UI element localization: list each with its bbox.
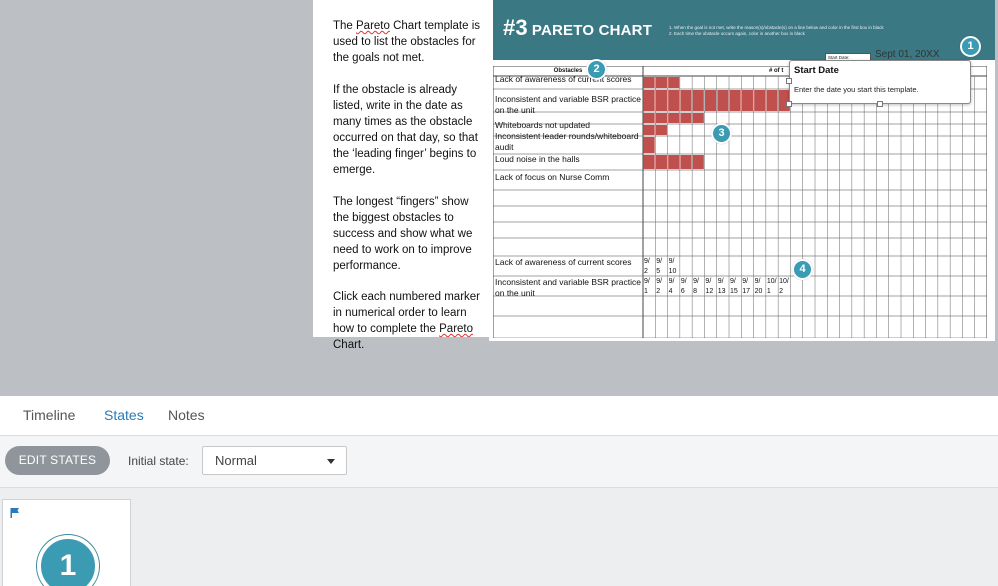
tally-box [680,90,692,111]
date-entry: 9/2 [656,278,663,295]
tally-box [668,90,680,111]
panel-tabs: Timeline States Notes [0,396,998,436]
slide-stage: The Pareto Chart template is used to lis… [0,0,998,396]
flag-icon [10,508,19,518]
marker-1-button[interactable]: 1 [960,36,981,57]
date-entry: 9/5 [656,258,663,275]
tally-box [692,155,704,169]
date-entry: 9/20 [754,278,763,295]
date-entry: 9/13 [717,278,726,295]
date-entry: 9/1 [644,278,650,295]
tally-box [655,77,667,88]
state-marker-icon: 1 [37,535,99,586]
obstacle-label: Loud noise in the halls [495,154,580,164]
tally-box [668,77,680,88]
tally-box [643,90,655,111]
tally-box [655,90,667,111]
obstacle-label: Inconsistent and variable BSR practice o… [495,94,641,115]
tally-box [692,90,704,111]
date-entry: 9/8 [693,278,699,295]
tab-states[interactable]: States [104,407,144,423]
resize-handle[interactable] [786,101,792,107]
chevron-down-icon [327,459,335,464]
pareto-chart-image: #3 PARETO CHART 1. When the goal is not m… [489,0,995,341]
state-thumbnail[interactable]: 1 [2,499,131,586]
tally-box [766,90,778,111]
paragraph-fingers: The longest “fingers” show the biggest o… [333,196,473,272]
tally-box [754,90,766,111]
start-date-callout[interactable]: Start Date Enter the date you start this… [789,60,971,104]
initial-state-value: Normal [215,453,257,468]
tally-box [643,113,655,123]
tally-box [655,113,667,123]
paragraph-listed: If the obstacle is already listed, write… [333,84,478,176]
states-panel: 1 [0,488,998,586]
edit-states-button[interactable]: EDIT STATES [5,446,110,475]
date-entry: 9/12 [705,278,714,295]
date-entry: 9/15 [730,278,738,295]
date-entry: 10/1 [766,278,777,295]
date-entry: 9/6 [680,278,687,295]
tally-box [680,155,692,169]
resize-handle[interactable] [877,101,883,107]
instruction-text-panel: The Pareto Chart template is used to lis… [313,0,489,351]
obstacle-label: Lack of awareness of current scores [495,74,632,84]
tally-box [729,90,741,111]
callout-body: Enter the date you start this template. [794,85,919,94]
states-toolbar: EDIT STATES Initial state: Normal [0,436,998,488]
date-entry: 9/10 [668,258,677,275]
tally-box [643,125,655,135]
date-entry: 9/17 [742,278,751,295]
tally-box [680,113,692,123]
paragraph-click: Click each numbered marker in numerical … [333,291,481,351]
paragraph-intro: The Pareto Chart template is used to lis… [333,20,481,64]
tally-box [668,113,680,123]
tab-notes[interactable]: Notes [168,407,205,423]
count-header: # of t [769,68,784,74]
tally-box [692,113,704,123]
tally-box [741,90,753,111]
marker-4-button[interactable]: 4 [792,259,813,280]
start-date-value: Sept 01, 20XX [875,49,940,60]
chart-title: #3 PARETO CHART [503,15,653,40]
example-label: Inconsistent and variable BSR practice o… [495,277,641,298]
initial-state-select[interactable]: Normal [202,446,347,475]
obstacle-label: Whiteboards not updated [495,120,590,130]
marker-2-button[interactable]: 2 [586,59,607,80]
tally-box [705,90,717,111]
tally-box [643,77,655,88]
tally-box [655,125,667,135]
example-label: Lack of awareness of current scores [495,257,632,267]
initial-state-label: Initial state: [128,454,189,468]
date-entry: 9/2 [644,258,650,275]
spellcheck-word: Pareto [356,20,390,32]
marker-3-button[interactable]: 3 [711,123,732,144]
chart-instructions: 1. When the goal is not met, write the r… [669,25,884,36]
obstacle-label: Inconsistent leader rounds/whiteboard au… [495,131,639,152]
pareto-grid: Obstacles # of t Lack of awareness of cu… [493,66,987,338]
tally-box [668,155,680,169]
date-entry: 10/2 [779,278,789,295]
tab-timeline[interactable]: Timeline [23,407,75,423]
callout-title: Start Date [794,65,839,76]
tally-box [717,90,729,111]
date-entry: 9/4 [668,278,675,295]
obstacle-label: Lack of focus on Nurse Comm [495,172,610,182]
tally-box [643,155,655,169]
spellcheck-word: Pareto [439,323,474,335]
tally-box [655,155,667,169]
tally-box [643,137,655,153]
resize-handle[interactable] [786,78,792,84]
